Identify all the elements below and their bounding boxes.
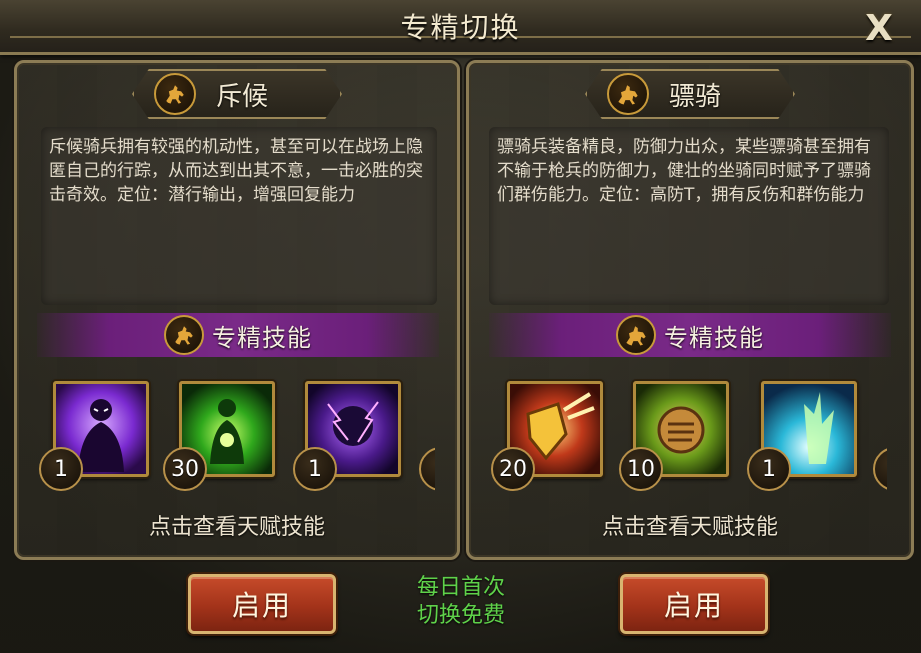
window-title: 专精切换 <box>400 11 521 44</box>
cavalry-panel: 骠骑 骠骑兵装备精良，防御力出众，某些骠骑甚至拥有不输于枪兵的防御力，健壮的坐骑… <box>466 60 914 560</box>
unit-name: 斥候 <box>216 81 269 112</box>
close-button[interactable]: X <box>853 6 905 50</box>
scout-panel: 斥候 斥候骑兵拥有较强的机动性，甚至可以在战场上隐匿自己的行踪，从而达到出其不意… <box>14 60 460 560</box>
unit-description: 斥候骑兵拥有较强的机动性，甚至可以在战场上隐匿自己的行踪，从而达到出其不意，一击… <box>49 137 423 205</box>
skill-list: 1 30 1 <box>37 375 435 495</box>
view-talent-skills-link[interactable]: 点击查看天赋技能 <box>17 509 457 541</box>
enable-scout-button[interactable]: 启用 <box>188 574 336 634</box>
skill-level-badge: 10 <box>619 447 663 491</box>
unit-description: 骠骑兵装备精良，防御力出众，某些骠骑甚至拥有不输于枪兵的防御力，健壮的坐骑同时赋… <box>497 137 871 205</box>
unit-name: 骠骑 <box>669 81 722 112</box>
view-talent-skills-link[interactable]: 点击查看天赋技能 <box>469 509 911 541</box>
skill-level-badge: 1 <box>293 447 337 491</box>
skill-level-badge: 30 <box>163 447 207 491</box>
title-bar: 专精切换 X <box>0 0 921 55</box>
specialization-skills-header: 专精技能 <box>37 313 439 357</box>
skill-level-badge: 20 <box>491 447 535 491</box>
skill-level-badge: 1 <box>39 447 83 491</box>
background-text <box>4 556 10 580</box>
enable-cavalry-button[interactable]: 启用 <box>620 574 768 634</box>
skill-list: 20 10 1 <box>489 375 887 495</box>
skill-level-badge: 1 <box>747 447 791 491</box>
skills-header-label: 专精技能 <box>212 323 312 352</box>
specialization-switch-window: 专精切换 X 斥候 斥候骑兵拥有较强的机动性，甚至可以在战场上隐匿自己的行踪，从… <box>0 0 921 653</box>
skills-header-label: 专精技能 <box>664 323 764 352</box>
unit-description-box: 斥候骑兵拥有较强的机动性，甚至可以在战场上隐匿自己的行踪，从而达到出其不意，一击… <box>41 127 437 305</box>
specialization-skills-header: 专精技能 <box>489 313 891 357</box>
free-switch-notice: 每日首次 切换免费 <box>386 574 536 630</box>
free-notice-line-1: 每日首次 <box>416 575 505 600</box>
horse-rider-icon <box>164 315 204 355</box>
horse-rider-icon <box>154 73 196 115</box>
more-skills-indicator <box>873 447 887 491</box>
free-notice-line-2: 切换免费 <box>416 603 505 628</box>
unit-name-plate: 斥候 <box>132 69 342 119</box>
horse-rider-icon <box>616 315 656 355</box>
more-skills-indicator <box>419 447 435 491</box>
unit-name-plate: 骠骑 <box>585 69 795 119</box>
enable-button-label: 启用 <box>231 589 292 622</box>
close-icon: X <box>865 7 893 49</box>
unit-description-box: 骠骑兵装备精良，防御力出众，某些骠骑甚至拥有不输于枪兵的防御力，健壮的坐骑同时赋… <box>489 127 889 305</box>
horse-rider-icon <box>607 73 649 115</box>
enable-button-label: 启用 <box>663 589 724 622</box>
